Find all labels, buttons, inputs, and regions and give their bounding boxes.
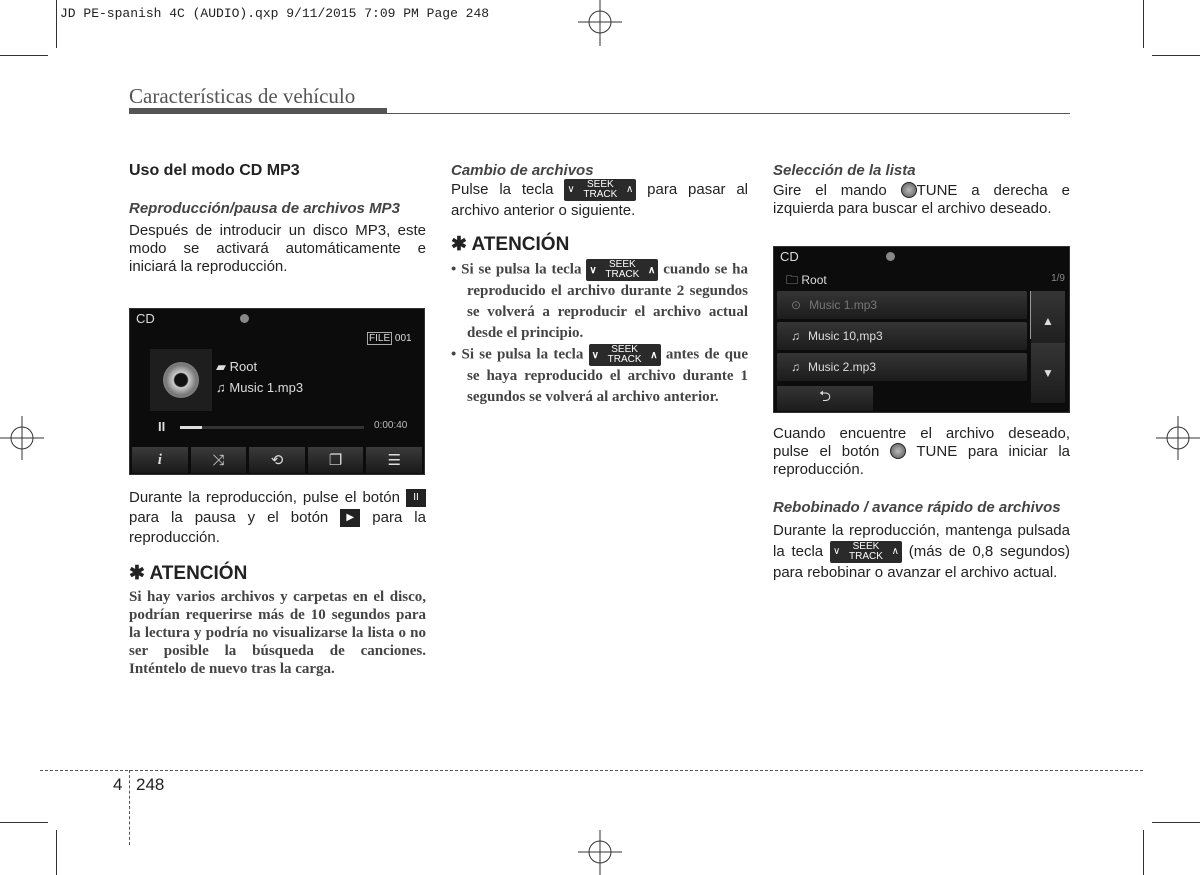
info-button[interactable]: i (132, 447, 188, 473)
seek-track-key-icon: ∨ SEEK TRACK ∧ (829, 541, 902, 563)
attention-heading: ✱ ATENCIÓN (451, 234, 570, 255)
play-circle-icon: ⊙ (791, 298, 802, 312)
page-number: 248 (136, 775, 165, 794)
chapter-number: 4 (113, 775, 123, 794)
list-item-label: Music 1.mp3 (809, 298, 878, 312)
progress-fill (180, 426, 203, 429)
section-heading: Uso del modo CD MP3 (129, 162, 300, 179)
subheading: Cambio de archivos (451, 162, 594, 179)
seek-track-key-icon: ∨ SEEK TRACK ∧ (564, 179, 637, 201)
paragraph: Gire el mando (773, 182, 887, 199)
pause-icon[interactable]: II (158, 419, 165, 434)
list-count: 1/9 (1051, 273, 1065, 284)
bullet-text: Si se pulsa la tecla (461, 261, 582, 278)
music-note-icon: ♫ (791, 360, 800, 374)
list-item-label: Music 2.mp3 (808, 360, 877, 374)
attention-bullet: • Si se pulsa la tecla ∨ SEEK TRACK ∧ antes… (451, 344, 748, 405)
music-note-icon: ♫ (216, 380, 226, 395)
album-art (150, 349, 212, 411)
footer-rule (40, 770, 1143, 771)
folder-name: Root (801, 273, 827, 287)
attention-bullet: • Si se pulsa la tecla ∨ SEEK TRACK ∧ cuand… (451, 259, 748, 341)
crop-mark (0, 822, 48, 823)
subheading: Reproducción/pausa de archivos MP3 (129, 200, 400, 217)
right-column-lower: Cuando encuentre el archivo deseado, pul… (773, 425, 1070, 583)
track-label: TRACK (605, 269, 640, 280)
play-button-icon: ▶ (340, 509, 361, 528)
track-label: TRACK (583, 189, 618, 200)
back-button[interactable]: ⮌ (777, 386, 873, 411)
file-list-screen: CD 🗀 Root 1/9 ⊙ Music 1.mp3 ♫ Music 10,mp3… (773, 246, 1070, 413)
track-label: TRACK (849, 551, 883, 562)
list-item[interactable]: ⊙ Music 1.mp3 (777, 291, 1027, 319)
folder-icon: ▰ (216, 359, 226, 374)
registration-mark (578, 0, 622, 46)
shuffle-button[interactable]: ⤨ (190, 447, 247, 473)
folder-name: Root (229, 359, 258, 374)
crop-mark (56, 0, 57, 48)
title-bar (129, 108, 387, 114)
registration-mark (578, 830, 622, 875)
music-note-icon: ♫ (791, 329, 800, 343)
subheading: Rebobinado / avance rápido de archivos (773, 499, 1061, 516)
scroll-up-button[interactable]: ▲ (1031, 291, 1065, 351)
track-label: TRACK (607, 354, 642, 365)
disc-icon (163, 362, 199, 398)
source-label: CD (780, 249, 799, 264)
progress-bar[interactable] (180, 426, 364, 429)
file-label: FILE (367, 332, 393, 345)
paragraph: Después de introducir un disco MP3, este… (129, 222, 426, 275)
left-column: Uso del modo CD MP3 Reproducción/pausa d… (129, 162, 426, 276)
folder-icon: 🗀 (786, 273, 799, 287)
list-item[interactable]: ♫ Music 10,mp3 (777, 322, 1027, 350)
print-slug: JD PE-spanish 4C (AUDIO).qxp 9/11/2015 7… (60, 6, 490, 21)
paragraph: para la pausa y el botón (129, 509, 329, 526)
title-rule (387, 113, 1070, 114)
crop-mark (56, 830, 57, 875)
list-item-label: Music 10,mp3 (808, 329, 883, 343)
pause-button-icon: II (406, 489, 426, 508)
attention-heading: ✱ ATENCIÓN (129, 563, 248, 584)
crop-mark (1152, 55, 1200, 56)
left-column-lower: Durante la reproducción, pulse el botón … (129, 488, 426, 678)
crop-mark (0, 55, 48, 56)
page-title: Características de vehículo (129, 84, 356, 108)
right-column: Selección de la lista Gire el mando TUNE… (773, 162, 1070, 218)
crop-mark (1143, 0, 1144, 48)
track-name: Music 1.mp3 (229, 380, 304, 395)
middle-column: Cambio de archivos Pulse la tecla ∨ SEEK T… (451, 162, 748, 408)
bullet-text: Si se pulsa la tecla (461, 346, 584, 363)
copy-button[interactable]: ❐ (307, 447, 364, 473)
repeat-button[interactable]: ⟲ (249, 447, 305, 473)
registration-mark (1156, 416, 1200, 460)
source-label: CD (136, 311, 155, 326)
scroll-down-button[interactable]: ▼ (1031, 343, 1065, 403)
tune-knob-icon (900, 182, 917, 198)
disc-indicator-icon (886, 252, 895, 261)
paragraph: Pulse la tecla (451, 180, 554, 198)
seek-track-key-icon: ∨ SEEK TRACK ∧ (586, 259, 659, 281)
registration-mark (0, 416, 44, 460)
disc-indicator-icon (240, 314, 249, 323)
elapsed-time: 0:00:40 (374, 420, 408, 431)
tune-knob-icon (890, 443, 906, 459)
list-button[interactable]: ☰ (366, 447, 422, 473)
paragraph: Durante la reproducción, pulse el botón (129, 489, 400, 506)
footer-divider (129, 770, 130, 845)
cd-mp3-screen: CD FILE 001 ▰ Root ♫ Music 1.mp3 II 0:00… (129, 308, 425, 475)
crop-mark (1152, 822, 1200, 823)
crop-mark (1143, 830, 1144, 875)
subheading: Selección de la lista (773, 162, 916, 179)
seek-track-key-icon: ∨ SEEK TRACK ∧ (588, 344, 661, 366)
file-number: 001 (394, 333, 412, 344)
list-item[interactable]: ♫ Music 2.mp3 (777, 353, 1027, 381)
attention-text: Si hay varios archivos y carpetas en el … (129, 589, 426, 677)
